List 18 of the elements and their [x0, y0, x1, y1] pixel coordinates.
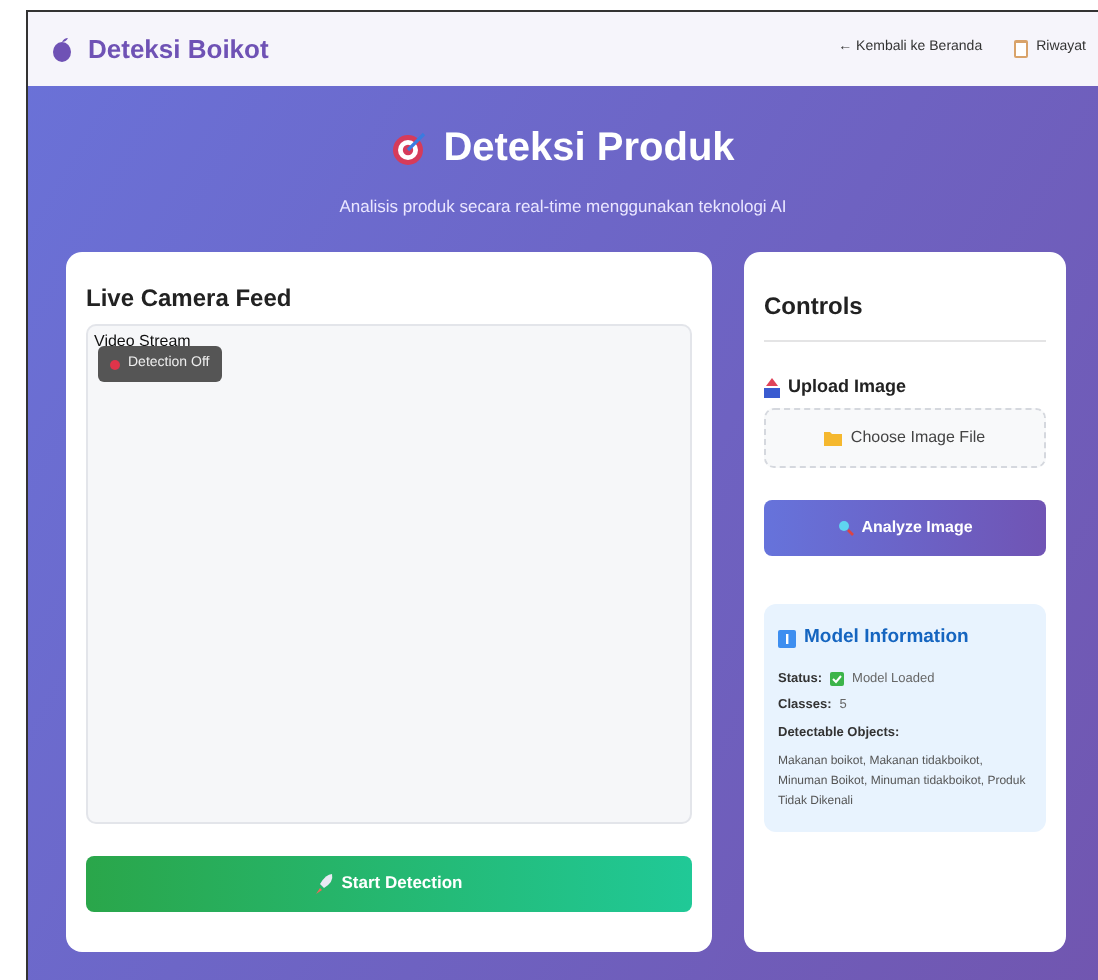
folder-icon — [824, 430, 843, 447]
rocket-icon — [315, 873, 334, 894]
panel-title: Model Information — [804, 624, 969, 653]
upload-icon — [764, 377, 780, 397]
video-label: Video Stream — [94, 329, 191, 354]
magnifier-icon — [837, 520, 854, 537]
brand-title[interactable]: Deteksi Boikot — [88, 29, 269, 69]
info-icon — [778, 629, 796, 648]
choose-file-button[interactable]: Choose Image File — [764, 408, 1046, 469]
upload-label: Upload Image — [788, 373, 907, 400]
card-title: Controls — [764, 289, 865, 324]
card-title: Live Camera Feed — [86, 281, 294, 316]
target-icon — [391, 130, 428, 166]
analyze-image-button[interactable]: Analyze Image — [764, 500, 1046, 557]
clipboard-icon — [1014, 40, 1029, 58]
page-title: Deteksi Produk — [443, 124, 735, 174]
page-subtitle: Analisis produk secara real-time menggunakan teknologi AI — [337, 194, 789, 220]
apple-icon — [52, 37, 72, 61]
